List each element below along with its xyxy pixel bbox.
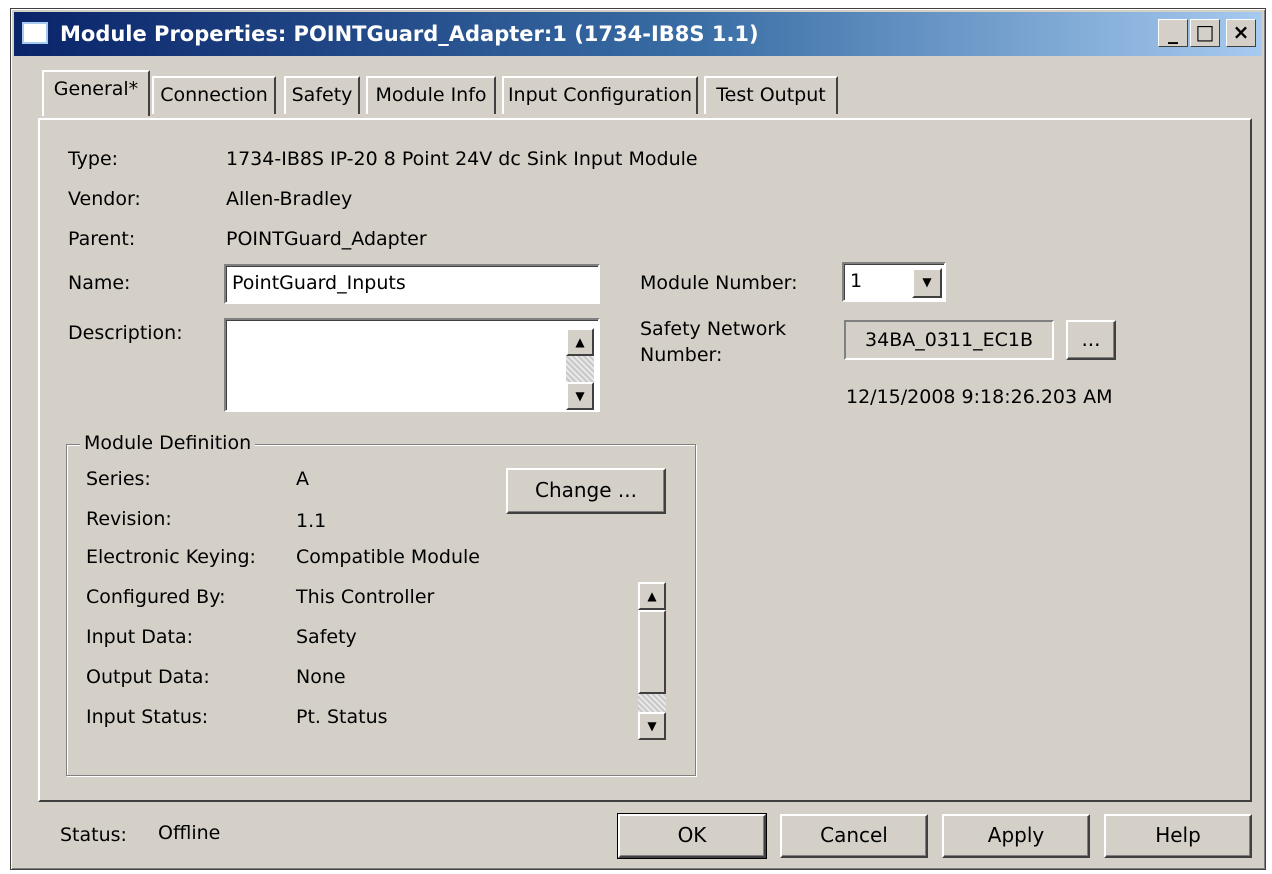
help-button[interactable]: Help [1104,814,1252,858]
safety-network-label-2: Number: [640,344,723,366]
series-label: Series: [86,468,151,490]
name-field[interactable]: PointGuard_Inputs [224,264,600,304]
parent-label: Parent: [68,228,136,250]
definition-scroll-down-button[interactable]: ▼ [638,712,666,740]
definition-scroll-up-button[interactable]: ▲ [638,582,666,610]
definition-scrollbar-track[interactable] [638,694,666,712]
description-scroll-up-button[interactable]: ▲ [566,328,594,356]
tab-module-info[interactable]: Module Info [366,76,496,114]
safety-network-timestamp: 12/15/2008 9:18:26.203 AM [846,386,1113,408]
change-button[interactable]: Change ... [506,468,666,514]
close-button[interactable]: × [1226,19,1256,47]
module-definition-title: Module Definition [80,432,256,454]
input-status-value: Pt. Status [296,706,388,728]
module-number-label: Module Number: [640,272,798,294]
apply-button[interactable]: Apply [942,814,1090,858]
output-data-value: None [296,666,346,688]
status-label: Status: [60,824,127,846]
revision-value: 1.1 [296,510,327,532]
description-scrollbar-track[interactable] [566,356,594,382]
input-status-label: Input Status: [86,706,209,728]
window-title: Module Properties: POINTGuard_Adapter:1 … [60,22,759,46]
tab-test-output[interactable]: Test Output [704,76,838,114]
electronic-keying-value: Compatible Module [296,546,480,568]
description-label: Description: [68,322,183,344]
vendor-label: Vendor: [68,188,141,210]
electronic-keying-label: Electronic Keying: [86,546,256,568]
ok-button[interactable]: OK [617,813,767,859]
title-bar[interactable]: Module Properties: POINTGuard_Adapter:1 … [14,12,1262,56]
description-scroll-down-button[interactable]: ▼ [566,382,594,410]
input-data-value: Safety [296,626,357,648]
series-value: A [296,468,309,490]
type-label: Type: [68,148,119,170]
tab-input-configuration[interactable]: Input Configuration [502,76,698,114]
configured-by-label: Configured By: [86,586,226,608]
revision-label: Revision: [86,508,172,530]
cancel-button[interactable]: Cancel [780,814,928,858]
status-value: Offline [158,822,221,844]
type-value: 1734-IB8S IP-20 8 Point 24V dc Sink Inpu… [226,148,698,170]
input-data-label: Input Data: [86,626,194,648]
name-label: Name: [68,272,131,294]
safety-network-number: 34BA_0311_EC1B [844,320,1054,360]
tab-general[interactable]: General* [42,70,150,116]
configured-by-value: This Controller [296,586,435,608]
parent-value: POINTGuard_Adapter [226,228,427,250]
chevron-down-icon[interactable]: ▼ [912,268,942,298]
description-field[interactable] [224,318,600,412]
output-data-label: Output Data: [86,666,210,688]
maximize-button[interactable]: □ [1190,19,1220,47]
tab-connection[interactable]: Connection [152,76,276,114]
tab-safety[interactable]: Safety [284,76,360,114]
safety-network-browse-button[interactable]: ... [1066,320,1116,360]
vendor-value: Allen-Bradley [226,188,353,210]
safety-network-label-1: Safety Network [640,318,787,340]
minimize-button[interactable]: _ [1158,19,1188,47]
window-icon [22,22,48,44]
definition-scroll-thumb[interactable] [638,610,666,694]
